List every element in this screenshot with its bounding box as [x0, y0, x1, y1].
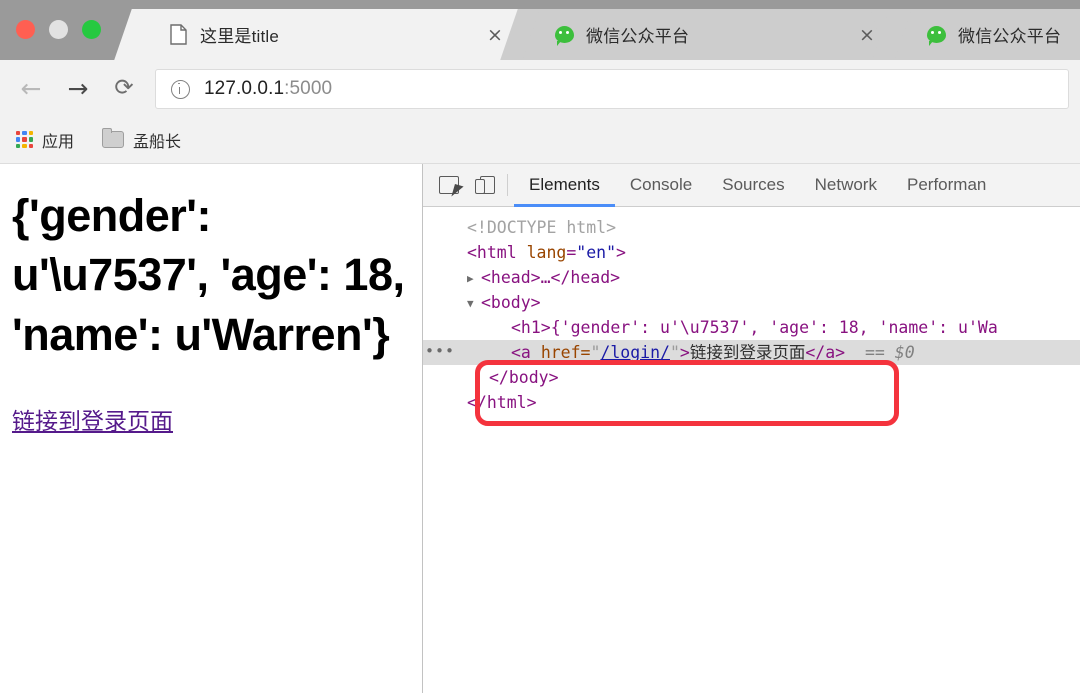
- forward-button[interactable]: →: [62, 72, 94, 104]
- wechat-icon: [554, 24, 574, 46]
- dom-row-html-close[interactable]: </html>: [423, 390, 1080, 415]
- tab-strip: 这里是title × 微信公众平台 × 微信公众平台: [0, 0, 1080, 60]
- html-close-tag: </html>: [467, 393, 537, 412]
- doctype-text: <!DOCTYPE html>: [467, 218, 617, 237]
- info-icon[interactable]: [171, 79, 190, 99]
- browser-tab-title-1: 微信公众平台: [586, 27, 690, 46]
- browser-tab-title-2: 微信公众平台: [958, 27, 1062, 46]
- html-open-tag: <html: [467, 243, 517, 262]
- address-bar-url: 127.0.0.1:5000: [204, 78, 332, 100]
- tab-network[interactable]: Network: [800, 164, 892, 206]
- chevron-down-icon[interactable]: ▼: [467, 291, 481, 316]
- dom-row-html[interactable]: <html lang="en">: [423, 240, 1080, 265]
- a-quote-close: ": [669, 343, 680, 362]
- bookmark-apps[interactable]: 应用: [16, 128, 74, 152]
- tab-close-button-1[interactable]: ×: [854, 22, 880, 48]
- tab-console[interactable]: Console: [615, 164, 707, 206]
- folder-icon: [102, 128, 125, 148]
- dom-tree: <!DOCTYPE html> <html lang="en"> ▶ <head>…: [423, 207, 1080, 426]
- apps-grid-icon: [16, 131, 33, 148]
- a-href-value[interactable]: /login/: [600, 343, 670, 362]
- tab-performance[interactable]: Performan: [892, 164, 1001, 206]
- chevron-right-icon[interactable]: ▶: [467, 266, 481, 291]
- zoom-window-button[interactable]: [82, 20, 101, 39]
- browser-window: 这里是title × 微信公众平台 × 微信公众平台 ← → ⟳ 127.0.0…: [0, 0, 1080, 693]
- bookmarks-bar: 应用 孟船长: [0, 116, 1080, 164]
- a-close-tag: </a>: [805, 343, 846, 362]
- login-page-link[interactable]: 链接到登录页面: [12, 402, 173, 436]
- browser-toolbar: ← → ⟳ 127.0.0.1:5000: [0, 60, 1080, 116]
- tab-close-button-0[interactable]: ×: [482, 22, 508, 48]
- selected-node-marker: == $0: [864, 343, 915, 362]
- minimize-window-button[interactable]: [49, 20, 68, 39]
- bookmark-folder[interactable]: 孟船长: [102, 128, 181, 152]
- a-href-attr: href=: [540, 343, 591, 362]
- page-icon: [168, 24, 188, 46]
- url-port: :5000: [284, 78, 333, 99]
- address-bar[interactable]: 127.0.0.1:5000: [155, 69, 1069, 109]
- close-window-button[interactable]: [16, 20, 35, 39]
- wechat-icon: [926, 24, 946, 46]
- bookmark-label-folder: 孟船长: [133, 133, 182, 151]
- tab-sources[interactable]: Sources: [707, 164, 799, 206]
- bookmark-label-apps: 应用: [42, 133, 75, 151]
- toolbar-divider: [507, 174, 508, 196]
- device-toolbar-icon[interactable]: [467, 164, 503, 206]
- back-button[interactable]: ←: [15, 72, 47, 104]
- devtools-panel: Elements Console Sources Network Perform…: [422, 164, 1080, 693]
- dom-row-doctype[interactable]: <!DOCTYPE html>: [423, 215, 1080, 240]
- a-text-node: 链接到登录页面: [689, 343, 806, 362]
- dom-ellipsis[interactable]: •••: [425, 340, 455, 365]
- dom-row-head[interactable]: ▶ <head>…</head>: [423, 265, 1080, 290]
- a-gt: >: [679, 343, 690, 362]
- h1-line: <h1>{'gender': u'\u7537', 'age': 18, 'na…: [511, 318, 998, 337]
- inspect-element-icon[interactable]: [431, 164, 467, 206]
- window-controls: [16, 20, 101, 39]
- page-viewport: {'gender': u'\u7537', 'age': 18, 'name':…: [0, 164, 421, 693]
- body-open-tag: <body>: [481, 293, 541, 312]
- browser-tab-title-0: 这里是title: [200, 27, 280, 46]
- browser-tab-0[interactable]: 这里是title ×: [134, 9, 518, 60]
- a-open-tag: <a: [511, 343, 541, 362]
- url-host: 127.0.0.1: [204, 78, 285, 99]
- head-collapsed: <head>…</head>: [481, 268, 621, 287]
- page-heading: {'gender': u'\u7537', 'age': 18, 'name':…: [12, 190, 405, 360]
- html-open-close: >: [616, 243, 626, 262]
- devtools-toolbar: Elements Console Sources Network Perform…: [423, 164, 1080, 207]
- html-lang-value: "en": [576, 243, 617, 262]
- dom-row-body-close[interactable]: </body>: [423, 365, 1080, 390]
- reload-button[interactable]: ⟳: [108, 72, 140, 104]
- a-quote-open: ": [590, 343, 601, 362]
- html-lang-attr: lang: [526, 243, 567, 262]
- browser-tab-2[interactable]: 微信公众平台: [892, 9, 1080, 60]
- devtools-tabs: Elements Console Sources Network Perform…: [514, 164, 1001, 207]
- dom-row-body-open[interactable]: ▼ <body>: [423, 290, 1080, 315]
- browser-tab-1[interactable]: 微信公众平台 ×: [520, 9, 890, 60]
- dom-row-h1[interactable]: <h1>{'gender': u'\u7537', 'age': 18, 'na…: [423, 315, 1080, 340]
- html-attr-eq: =: [566, 243, 577, 262]
- body-close-tag: </body>: [489, 368, 559, 387]
- dom-row-anchor[interactable]: ••• <a href="/login/">链接到登录页面</a> == $0: [423, 340, 1080, 365]
- tab-elements[interactable]: Elements: [514, 164, 615, 207]
